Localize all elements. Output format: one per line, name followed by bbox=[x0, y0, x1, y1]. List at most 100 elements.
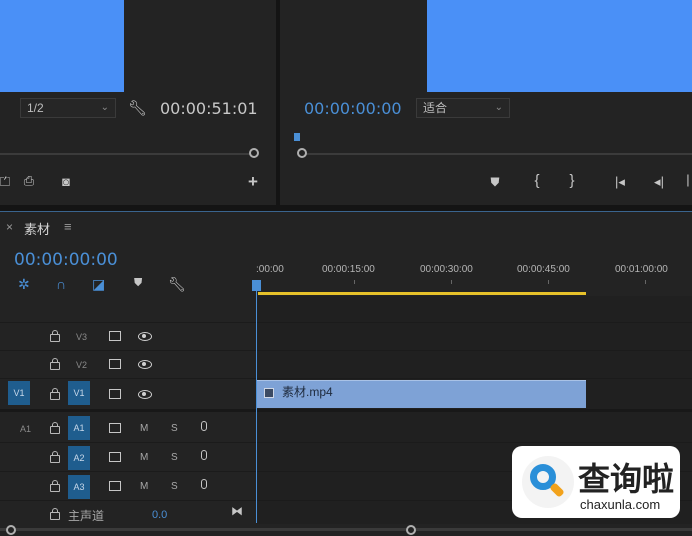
program-timecode[interactable]: 00:00:00:00 bbox=[304, 99, 402, 118]
close-tab-icon[interactable]: × bbox=[6, 220, 13, 234]
fit-dropdown[interactable]: 适合 ⌄ bbox=[416, 98, 510, 118]
timeline-horizontal-scrollbar[interactable] bbox=[0, 528, 692, 531]
go-to-in-icon[interactable]: |◂ bbox=[610, 174, 630, 190]
source-timecode: 00:00:51:01 bbox=[160, 99, 258, 118]
step-back-icon[interactable]: ◂| bbox=[650, 174, 668, 190]
ruler-tick bbox=[451, 280, 452, 284]
mark-in-icon[interactable]: { bbox=[530, 172, 544, 189]
toggle-sync-icon[interactable] bbox=[109, 423, 121, 433]
timeline-playhead-head[interactable] bbox=[252, 280, 261, 291]
ruler-label-45: 00:00:45:00 bbox=[517, 264, 570, 275]
source-video-frame bbox=[0, 0, 124, 92]
program-playhead-marker[interactable] bbox=[294, 133, 300, 141]
track-separator bbox=[0, 442, 692, 443]
track-label-v3: V3 bbox=[76, 332, 88, 342]
track-separator bbox=[0, 378, 692, 379]
mute-button[interactable]: M bbox=[140, 452, 148, 463]
solo-button[interactable]: S bbox=[171, 423, 178, 434]
scrollbar-left-handle[interactable] bbox=[6, 525, 16, 535]
track-target-v1[interactable]: V1 bbox=[68, 381, 90, 405]
eye-icon[interactable] bbox=[138, 360, 152, 369]
mute-button[interactable]: M bbox=[140, 481, 148, 492]
ruler-label-0: :00:00 bbox=[256, 264, 284, 275]
fx-badge-icon bbox=[264, 388, 274, 398]
program-monitor: 00:00:00:00 适合 ⌄ ⛊ { } |◂ ◂| | bbox=[280, 0, 692, 205]
solo-button[interactable]: S bbox=[171, 452, 178, 463]
video-clip[interactable]: 素材.mp4 bbox=[256, 380, 586, 408]
go-to-end-icon[interactable]: ⧓ bbox=[231, 504, 243, 518]
source-zoom-handle[interactable] bbox=[249, 148, 259, 158]
eye-icon[interactable] bbox=[138, 390, 152, 399]
toggle-sync-icon[interactable] bbox=[109, 452, 121, 462]
chevron-down-icon: ⌄ bbox=[494, 102, 503, 113]
lock-icon[interactable] bbox=[50, 358, 60, 370]
snap-magnet-icon[interactable]: ∩ bbox=[56, 276, 66, 292]
source-scale-dropdown[interactable]: 1/2 ⌄ bbox=[20, 98, 116, 118]
panel-menu-icon[interactable]: ≡ bbox=[64, 219, 72, 234]
master-volume-value[interactable]: 0.0 bbox=[152, 509, 167, 521]
fit-value: 适合 bbox=[423, 101, 448, 115]
mute-button[interactable]: M bbox=[140, 423, 148, 434]
track-target-a1[interactable]: A1 bbox=[68, 416, 90, 440]
lock-icon[interactable] bbox=[50, 480, 60, 492]
add-button-icon[interactable]: + bbox=[244, 172, 262, 192]
lock-icon[interactable] bbox=[50, 451, 60, 463]
microphone-icon[interactable] bbox=[201, 450, 207, 460]
clip-name: 素材.mp4 bbox=[282, 385, 333, 399]
watermark-brand-en: chaxunla.com bbox=[580, 497, 661, 512]
timeline-tab-highlight bbox=[0, 211, 692, 212]
toggle-sync-icon[interactable] bbox=[109, 481, 121, 491]
timeline-playhead-line bbox=[256, 291, 257, 523]
mark-out-icon[interactable]: } bbox=[565, 172, 579, 189]
overwrite-icon[interactable]: ⏍ bbox=[0, 174, 10, 190]
timeline-playhead-timecode[interactable]: 00:00:00:00 bbox=[14, 250, 118, 270]
lock-icon[interactable] bbox=[50, 422, 60, 434]
camera-icon[interactable]: ◙ bbox=[56, 174, 76, 189]
settings-wrench-icon[interactable]: 🔧︎ bbox=[168, 276, 186, 293]
play-partial-icon[interactable]: | bbox=[684, 172, 692, 187]
track-label-v2: V2 bbox=[76, 360, 88, 370]
lock-icon[interactable] bbox=[50, 388, 60, 400]
ruler-tick bbox=[645, 280, 646, 284]
marker-icon[interactable]: ⛊ bbox=[488, 175, 502, 190]
add-marker-icon[interactable]: ⛊ bbox=[134, 277, 142, 290]
ruler-tick bbox=[548, 280, 549, 284]
linked-selection-icon[interactable]: ◪ bbox=[92, 276, 105, 293]
ruler-tick bbox=[354, 280, 355, 284]
export-frame-icon[interactable]: ⎙ bbox=[18, 173, 40, 189]
source-scale-value: 1/2 bbox=[27, 101, 44, 115]
magnifier-logo-icon bbox=[522, 456, 574, 508]
wrench-icon[interactable]: 🔧︎ bbox=[128, 99, 147, 117]
program-scrub-bar[interactable] bbox=[302, 153, 692, 155]
nest-sequence-icon[interactable]: ✲ bbox=[18, 276, 30, 293]
track-target-a3[interactable]: A3 bbox=[68, 475, 90, 499]
source-patch-a1[interactable]: A1 bbox=[20, 424, 31, 434]
toggle-sync-icon[interactable] bbox=[109, 359, 121, 369]
track-separator bbox=[0, 322, 692, 323]
track-target-a2[interactable]: A2 bbox=[68, 446, 90, 470]
ruler-label-30: 00:00:30:00 bbox=[420, 264, 473, 275]
track-separator bbox=[0, 350, 692, 351]
source-monitor: 1/2 ⌄ 🔧︎ 00:00:51:01 ⏍ ⎙ ◙ + bbox=[0, 0, 276, 205]
toggle-sync-icon[interactable] bbox=[109, 331, 121, 341]
source-patch-v1[interactable]: V1 bbox=[8, 381, 30, 405]
work-area-bar[interactable] bbox=[258, 292, 586, 295]
master-track-label: 主声道 bbox=[68, 509, 105, 523]
solo-button[interactable]: S bbox=[171, 481, 178, 492]
microphone-icon[interactable] bbox=[201, 479, 207, 489]
watermark-brand-cn: 查询啦 bbox=[578, 460, 675, 498]
lock-icon[interactable] bbox=[50, 330, 60, 342]
chevron-down-icon: ⌄ bbox=[100, 102, 109, 113]
program-zoom-handle[interactable] bbox=[297, 148, 307, 158]
source-scrub-bar[interactable] bbox=[0, 153, 250, 155]
scrollbar-right-handle[interactable] bbox=[406, 525, 416, 535]
video-audio-divider bbox=[0, 409, 692, 412]
ruler-label-15: 00:00:15:00 bbox=[322, 264, 375, 275]
eye-icon[interactable] bbox=[138, 332, 152, 341]
lock-icon[interactable] bbox=[50, 508, 60, 520]
timeline-tab-title[interactable]: 素材 bbox=[24, 219, 50, 238]
ruler-label-60: 00:01:00:00 bbox=[615, 264, 668, 275]
toggle-sync-icon[interactable] bbox=[109, 389, 121, 399]
program-video-frame bbox=[427, 0, 692, 92]
microphone-icon[interactable] bbox=[201, 421, 207, 431]
